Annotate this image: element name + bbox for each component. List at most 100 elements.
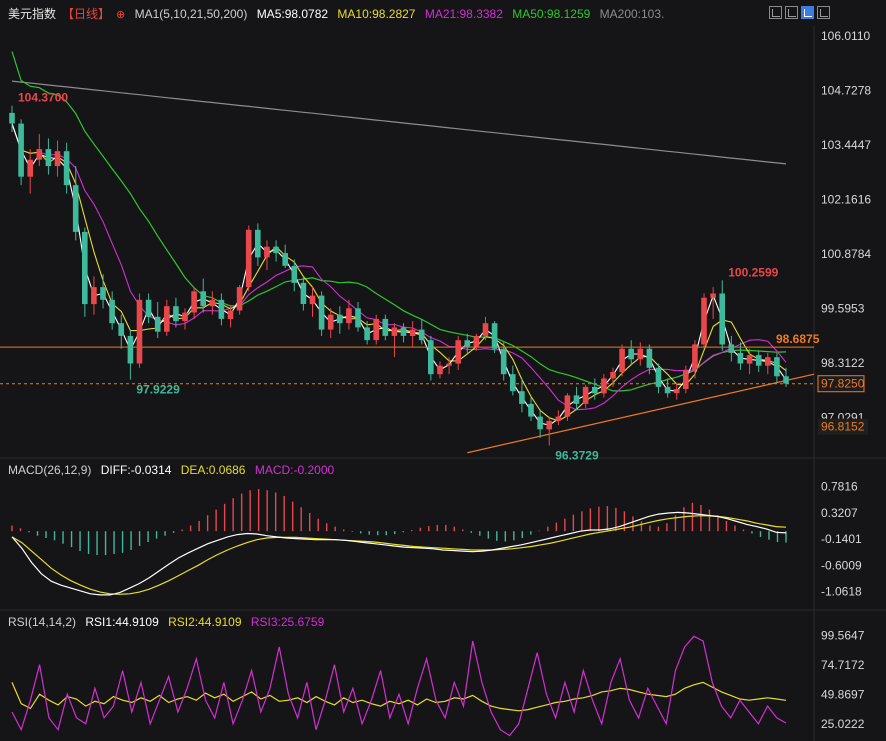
candle-body <box>209 299 216 307</box>
candle-body <box>491 323 498 349</box>
candle-body <box>327 314 334 330</box>
candle-body <box>255 229 261 258</box>
layout-icon[interactable] <box>817 6 830 19</box>
candle-body <box>719 293 725 345</box>
candle-body <box>464 340 471 347</box>
crosshair-icon[interactable] <box>769 6 782 19</box>
y-tick-label: 102.1616 <box>821 193 871 207</box>
settings-icon[interactable]: ⊕ <box>116 9 125 21</box>
candle-body <box>136 299 143 364</box>
macd-tick-label: -0.1401 <box>821 532 862 546</box>
candle-body <box>755 355 762 366</box>
low-annotation-1: 97.9229 <box>136 383 180 397</box>
candle-body <box>218 299 225 319</box>
ma200-line <box>11 80 787 165</box>
rsi-spec[interactable]: RSI(14,14,2) <box>8 615 76 629</box>
high-annotation: 104.3700 <box>18 91 68 105</box>
candle-body <box>655 367 662 387</box>
candle-body <box>100 287 106 300</box>
candle-body <box>728 344 735 353</box>
candle-body <box>482 323 489 336</box>
candle-body <box>692 344 698 370</box>
rsi-header: RSI(14,14,2) RSI1:44.9109 RSI2:44.9109 R… <box>8 614 330 630</box>
chart-header: 美元指数 【日线】 ⊕ MA1(5,10,21,50,200) MA5:98.078… <box>8 6 670 23</box>
macd-tick-label: 0.3207 <box>821 506 858 520</box>
candle-body <box>355 308 361 328</box>
candle-body <box>510 374 516 392</box>
candle-body <box>182 312 188 322</box>
candle-body <box>418 329 425 341</box>
rsi-tick-label: 99.5647 <box>821 629 865 643</box>
period-selector[interactable]: 【日线】 <box>62 7 110 21</box>
macd-header: MACD(26,12,9) DIFF:-0.0314 DEA:0.0686 MA… <box>8 462 340 478</box>
ma5-value: MA5:98.0782 <box>256 7 329 21</box>
candle-body <box>373 318 379 341</box>
rsi1-value: RSI1:44.9109 <box>85 615 159 629</box>
candle-body <box>673 389 680 394</box>
candle-body <box>63 151 70 186</box>
candle-body <box>300 282 307 304</box>
candle-body <box>664 386 671 394</box>
macd-spec[interactable]: MACD(26,12,9) <box>8 463 91 477</box>
macd-macd: MACD:-0.2000 <box>254 463 335 477</box>
candle-body <box>173 306 179 322</box>
drawing-tool-icon[interactable] <box>801 6 814 19</box>
toolbar <box>769 6 830 19</box>
main-price-panel: 106.0110 104.7278 103.4447 102.1616 100.8784… <box>0 29 871 463</box>
macd-panel: 0.7816 0.3207 -0.1401 -0.6009 -1.0618 <box>11 480 862 599</box>
candle-body <box>537 416 543 430</box>
candle-body <box>382 318 389 336</box>
candle-body <box>236 287 243 311</box>
macd-diff: DIFF:-0.0314 <box>100 463 172 477</box>
rsi2-value: RSI2:44.9109 <box>168 615 242 629</box>
rsi3-value: RSI3:25.6759 <box>250 615 325 629</box>
y-tick-label: 99.5953 <box>821 302 865 316</box>
candle-body <box>164 306 170 332</box>
candle-body <box>646 348 653 368</box>
macd-tick-label: -1.0618 <box>821 585 862 599</box>
candle-body <box>273 246 279 254</box>
candle-body <box>774 357 780 377</box>
fullscreen-icon[interactable] <box>785 6 798 19</box>
candle-body <box>637 348 644 360</box>
candle-body <box>528 403 534 417</box>
ma-spec[interactable]: MA1(5,10,21,50,200) <box>135 7 248 21</box>
candle-body <box>91 287 97 305</box>
candle-body <box>391 327 398 336</box>
rsi-tick-label: 49.8697 <box>821 687 865 701</box>
candle-body <box>746 355 753 364</box>
candle-body <box>264 246 270 258</box>
candle-body <box>437 365 443 375</box>
candle-body <box>318 295 325 330</box>
candle-body <box>601 378 607 394</box>
candle-body <box>701 297 707 345</box>
candle-body <box>619 348 625 373</box>
candle-body <box>346 308 352 324</box>
candle-body <box>610 372 616 379</box>
candle-body <box>428 340 434 375</box>
candle-body <box>473 335 480 347</box>
candle-body <box>555 416 562 421</box>
candle-body <box>27 159 33 177</box>
candle-body <box>127 335 134 364</box>
macd-dea-line <box>11 515 787 595</box>
candle-body <box>364 327 370 341</box>
candle-body <box>309 295 316 305</box>
candle-body <box>18 123 24 177</box>
instrument-title: 美元指数 <box>8 7 57 21</box>
macd-tick-label: 0.7816 <box>821 480 858 494</box>
resistance-label: 98.6875 <box>776 332 820 346</box>
candle-body <box>409 329 416 336</box>
high-annotation-2: 100.2599 <box>728 265 778 279</box>
candle-body <box>765 357 771 366</box>
y-tick-label: 100.8784 <box>821 247 871 261</box>
macd-diff-line <box>11 511 787 596</box>
candle-body <box>245 229 252 288</box>
candle-body <box>36 149 43 160</box>
rsi-tick-label: 25.0222 <box>821 717 865 731</box>
candle-body <box>227 310 234 319</box>
ma5-line <box>11 123 787 426</box>
candle-body <box>291 265 298 283</box>
rsi-panel: 99.5647 74.7172 49.8697 25.0222 <box>11 629 865 737</box>
ma50-value: MA50:98.1259 <box>512 7 591 21</box>
